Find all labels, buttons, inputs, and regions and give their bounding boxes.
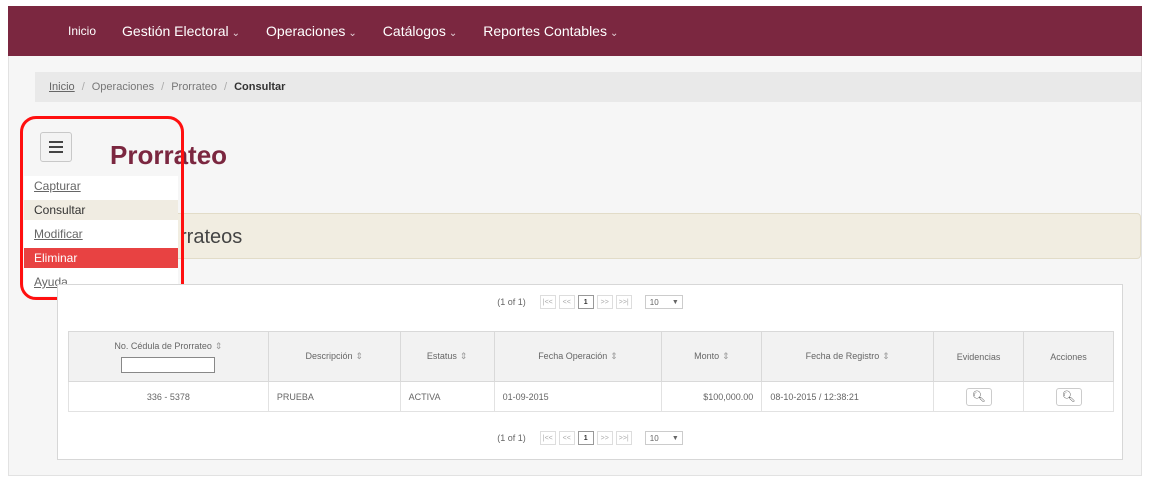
- column-header-descripcion[interactable]: Descripción ⇕: [267, 331, 401, 382]
- cell-fecha-operacion: 01-09-2015: [493, 381, 663, 412]
- chevron-down-icon: ⌄: [448, 28, 458, 39]
- header-label: Descripción: [305, 351, 353, 361]
- table-row[interactable]: 336 - 5378 PRUEBA ACTIVA 01-09-2015 $100…: [68, 381, 1114, 412]
- header-label: Estatus: [426, 351, 457, 361]
- hamburger-menu-button[interactable]: [40, 132, 72, 162]
- page-title: Prorrateo: [110, 140, 228, 170]
- top-navbar: Inicio Gestión Electoral ⌄ Operaciones ⌄ C…: [8, 6, 1142, 56]
- cell-monto: $100,000.00: [661, 381, 763, 412]
- header-label: Fecha Operación: [538, 351, 608, 361]
- menu-item-capturar[interactable]: Capturar: [24, 176, 178, 196]
- sort-icon: ⇕: [610, 351, 618, 361]
- nav-gestion-electoral[interactable]: Gestión Electoral ⌄: [122, 23, 240, 39]
- rows-per-page-value: 10: [649, 297, 659, 307]
- sort-icon: ⇕: [355, 351, 364, 361]
- header-label: Fecha de Registro: [805, 351, 880, 361]
- nav-inicio[interactable]: Inicio: [68, 24, 96, 38]
- prev-page-button[interactable]: <<: [558, 431, 575, 445]
- chevron-down-icon: ⌄: [609, 28, 619, 39]
- breadcrumb-operaciones: Operaciones: [91, 81, 155, 93]
- cell-descripcion: PRUEBA: [267, 381, 401, 412]
- first-page-button[interactable]: |<<: [539, 431, 556, 445]
- nav-operaciones-label: Operaciones: [266, 23, 346, 39]
- search-icon: 🔍︎: [971, 391, 986, 403]
- cedula-filter-input[interactable]: [121, 356, 216, 373]
- sort-icon: ⇕: [214, 340, 223, 351]
- results-panel: (1 of 1) |<< << 1 >> >>| 10 ▼ No. Cédula …: [57, 284, 1123, 460]
- next-page-button[interactable]: >>: [596, 431, 613, 445]
- breadcrumb-consultar: Consultar: [234, 81, 286, 93]
- last-page-button[interactable]: >>|: [615, 431, 632, 445]
- page-count: (1 of 1): [497, 297, 526, 307]
- column-header-estatus[interactable]: Estatus ⇕: [399, 331, 495, 382]
- paginator-bottom: (1 of 1) |<< << 1 >> >>| 10 ▼: [58, 425, 1122, 451]
- paginator-top: (1 of 1) |<< << 1 >> >>| 10 ▼: [58, 289, 1122, 315]
- hamburger-icon: [49, 138, 63, 156]
- cell-estatus: ACTIVA: [399, 381, 495, 412]
- cell-acciones: 🔍︎: [1023, 381, 1114, 412]
- rows-per-page-select[interactable]: 10 ▼: [644, 295, 683, 309]
- dropdown-arrow-icon: ▼: [671, 298, 679, 306]
- section-title: rrateos: [180, 226, 243, 248]
- menu-item-consultar[interactable]: Consultar: [24, 200, 178, 220]
- page-button-1[interactable]: 1: [577, 295, 594, 309]
- sort-icon: ⇕: [882, 351, 890, 361]
- dropdown-arrow-icon: ▼: [671, 434, 679, 442]
- header-label: No. Cédula de Prorrateo: [114, 340, 212, 351]
- prev-page-button[interactable]: <<: [558, 295, 575, 309]
- menu-item-eliminar[interactable]: Eliminar: [24, 248, 178, 268]
- sort-icon: ⇕: [722, 351, 730, 361]
- breadcrumb-inicio[interactable]: Inicio: [49, 81, 75, 93]
- column-header-cedula[interactable]: No. Cédula de Prorrateo ⇕: [68, 331, 269, 382]
- nav-gestion-electoral-label: Gestión Electoral: [122, 23, 229, 39]
- view-evidence-button[interactable]: 🔍︎: [965, 387, 992, 406]
- column-header-fecha-operacion[interactable]: Fecha Operación ⇕: [493, 331, 663, 382]
- breadcrumb-separator: /: [81, 81, 85, 93]
- chevron-down-icon: ⌄: [348, 28, 357, 39]
- view-details-button[interactable]: 🔍︎: [1055, 387, 1082, 406]
- nav-catalogos-label: Catálogos: [382, 23, 446, 39]
- menu-item-modificar[interactable]: Modificar: [24, 224, 178, 244]
- last-page-button[interactable]: >>|: [615, 295, 632, 309]
- breadcrumb-separator: /: [224, 81, 228, 93]
- breadcrumb: Inicio / Operaciones / Prorrateo / Consu…: [35, 72, 1141, 102]
- table-header-row: No. Cédula de Prorrateo ⇕ Descripción ⇕ Es…: [68, 331, 1114, 382]
- chevron-down-icon: ⌄: [231, 28, 241, 39]
- nav-catalogos[interactable]: Catálogos ⌄: [383, 23, 457, 39]
- cell-cedula: 336 - 5378: [68, 381, 269, 412]
- column-header-acciones: Acciones: [1023, 331, 1114, 382]
- column-header-fecha-registro[interactable]: Fecha de Registro ⇕: [761, 331, 935, 382]
- first-page-button[interactable]: |<<: [539, 295, 556, 309]
- column-header-evidencias: Evidencias: [933, 331, 1025, 382]
- page-count: (1 of 1): [497, 433, 526, 443]
- breadcrumb-prorrateo: Prorrateo: [171, 81, 218, 93]
- header-label: Monto: [694, 351, 720, 361]
- page-button-1[interactable]: 1: [577, 431, 594, 445]
- cell-fecha-registro: 08-10-2015 / 12:38:21: [761, 381, 935, 412]
- nav-operaciones[interactable]: Operaciones ⌄: [266, 23, 357, 39]
- sort-icon: ⇕: [459, 351, 468, 361]
- prorrateo-table: No. Cédula de Prorrateo ⇕ Descripción ⇕ Es…: [68, 331, 1114, 412]
- search-icon: 🔍︎: [1061, 391, 1076, 403]
- cell-evidencias: 🔍︎: [933, 381, 1025, 412]
- next-page-button[interactable]: >>: [596, 295, 613, 309]
- column-header-monto[interactable]: Monto ⇕: [661, 331, 763, 382]
- actions-dropdown-menu: Capturar Consultar Modificar Eliminar Ay…: [24, 176, 178, 296]
- rows-per-page-select[interactable]: 10 ▼: [644, 431, 683, 445]
- breadcrumb-separator: /: [161, 81, 165, 93]
- rows-per-page-value: 10: [649, 433, 659, 443]
- nav-reportes-contables-label: Reportes Contables: [483, 23, 607, 39]
- nav-reportes-contables[interactable]: Reportes Contables ⌄: [483, 23, 618, 39]
